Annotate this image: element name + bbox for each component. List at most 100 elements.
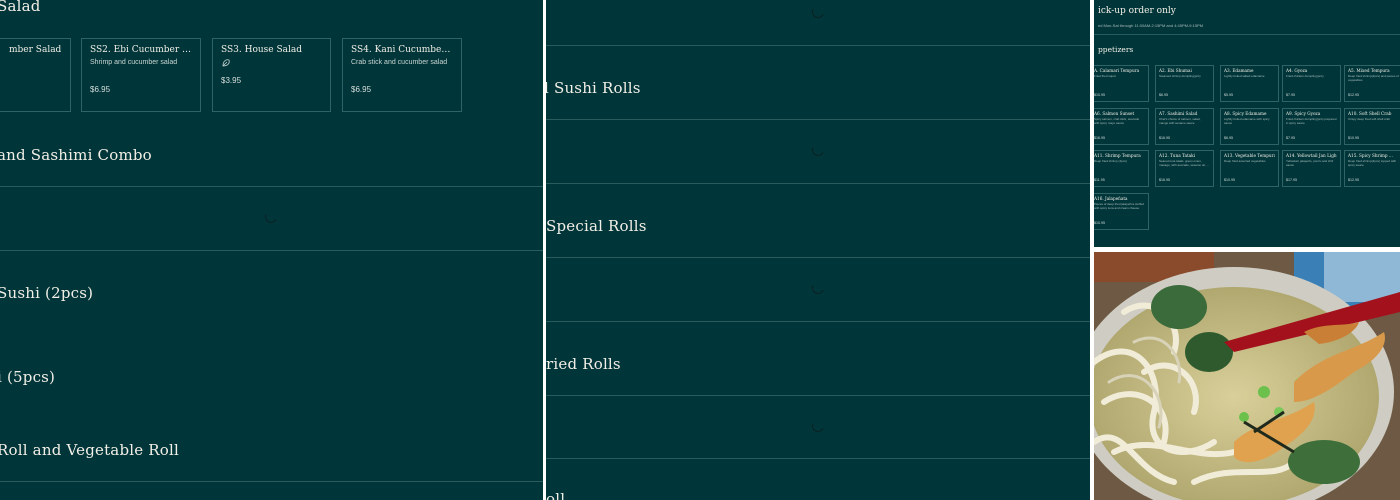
vegetarian-leaf-icon	[222, 59, 230, 67]
appetizer-item-description: Pieces of deep fried jalapeños stuffed w…	[1094, 203, 1144, 210]
section-divider	[546, 458, 1090, 459]
appetizer-item-name: A14. Yellowtail Jan Light	[1286, 153, 1337, 158]
appetizer-item-card[interactable]: A12. Tuna Tataki Seared tuna tataki, gree…	[1155, 150, 1214, 187]
appetizer-item-card[interactable]: A8. Spicy Edamame Lightly boiled edamame …	[1220, 108, 1279, 145]
menu-panel-left: Salad mber Salad SS2. Ebi Cucumber salad…	[0, 0, 543, 500]
appetizer-item-description: Deep fried shrimp (4pcs)	[1094, 160, 1127, 163]
appetizer-item-price: $16.95	[1094, 136, 1105, 140]
appetizer-item-card[interactable]: A3. Edamame Lightly boiled salted edamame…	[1220, 65, 1279, 102]
appetizer-item-description: Seared tuna tataki, green onion, masago,…	[1159, 160, 1210, 167]
section-heading-sashimi-5pcs[interactable]: i (5pcs)	[0, 368, 55, 386]
section-divider	[1094, 34, 1400, 35]
appetizer-item-name: A5. Mixed Tempura	[1348, 68, 1390, 73]
appetizer-item-name: A16. Jalapeñata	[1094, 196, 1128, 201]
appetizer-item-name: A4. Gyoza	[1286, 68, 1308, 73]
appetizer-item-card[interactable]: A. Calamari Tempura Fried fried squid $10.…	[1094, 65, 1149, 102]
menu-item-description: Crab stick and cucumber salad	[351, 59, 448, 66]
appetizer-item-price: $6.95	[1224, 136, 1233, 140]
appetizer-item-description: Steamed shrimp dumpling(pcs)	[1159, 75, 1201, 78]
appetizer-item-price: $16.95	[1159, 178, 1170, 182]
appetizer-item-price: $12.95	[1348, 93, 1359, 97]
appetizer-item-description: Fried chicken dumpling(pcs) prepared in …	[1286, 118, 1337, 125]
appetizer-item-price: $10.95	[1348, 136, 1359, 140]
section-heading-sushi-2pcs[interactable]: Sushi (2pcs)	[0, 284, 93, 302]
menu-item-name: SS2. Ebi Cucumber salad	[90, 45, 192, 55]
appetizer-item-price: $10.95	[1094, 221, 1105, 225]
menu-item-card[interactable]: SS4. Kani Cucumber ... Crab stick and cu…	[342, 38, 462, 112]
menu-item-card[interactable]: SS3. House Salad $3.95	[212, 38, 331, 112]
appetizer-item-card[interactable]: A11. Shrimp Tempura Deep fried shrimp (4p…	[1094, 150, 1149, 187]
appetizer-item-price: $11.95	[1094, 178, 1105, 182]
pickup-notice-title: ick-up order only	[1098, 6, 1176, 16]
appetizer-item-price: $17.95	[1286, 178, 1297, 182]
appetizer-item-description: Chef's choice of salmon, salad, mango wi…	[1159, 118, 1201, 125]
section-heading-sushi-rolls[interactable]: l Sushi Rolls	[546, 79, 641, 97]
appetizer-item-name: A3. Edamame	[1224, 68, 1254, 73]
section-divider	[0, 250, 543, 251]
appetizer-item-description: Deep fried shrimp(2pcs) and pieces of ve…	[1348, 75, 1399, 82]
menu-item-card[interactable]: mber Salad	[0, 38, 71, 112]
udon-photo	[1094, 252, 1400, 500]
section-divider	[546, 45, 1090, 46]
appetizer-item-price: $12.95	[1348, 178, 1359, 182]
appetizer-item-price: $6.95	[1159, 93, 1168, 97]
appetizer-item-card[interactable]: A9. Spicy Gyoza Fried chicken dumpling(pc…	[1282, 108, 1341, 145]
appetizer-item-card[interactable]: A7. Sashimi Salad Chef's choice of salmon…	[1155, 108, 1214, 145]
section-heading-fried-rolls[interactable]: ried Rolls	[546, 355, 621, 373]
loading-spinner-icon	[263, 209, 279, 225]
menu-item-name: SS4. Kani Cucumber ...	[351, 45, 453, 55]
section-heading-roll-vegetable[interactable]: Roll and Vegetable Roll	[0, 441, 179, 459]
appetizer-item-name: A11. Shrimp Tempura	[1094, 153, 1141, 158]
appetizer-item-card[interactable]: A6. Salmon Sunset Spicy salmon, crab stic…	[1094, 108, 1149, 145]
section-divider	[0, 481, 543, 482]
hours-notice: ed Mon-Sat through 11:00AM-2:15PM and 4:…	[1098, 23, 1204, 28]
section-divider	[546, 395, 1090, 396]
section-divider	[546, 183, 1090, 184]
menu-item-price: $3.95	[221, 76, 242, 85]
menu-panel-middle: l Sushi Rolls Special Rolls ried Rolls o…	[546, 0, 1090, 500]
appetizer-item-name: A13. Vegetable Tempura	[1224, 153, 1275, 158]
udon-bowl-image	[1094, 252, 1400, 500]
appetizer-item-price: $10.95	[1224, 178, 1235, 182]
appetizer-item-description: Fried fried squid	[1094, 75, 1116, 78]
screenshot-collage: Salad mber Salad SS2. Ebi Cucumber salad…	[0, 0, 1400, 500]
appetizer-item-price: $7.95	[1286, 136, 1295, 140]
appetizer-item-price: $16.95	[1159, 136, 1170, 140]
loading-spinner-icon	[810, 418, 826, 434]
appetizer-item-price: $10.95	[1094, 93, 1105, 97]
section-heading-combo[interactable]: and Sashimi Combo	[0, 146, 152, 164]
appetizer-item-description: Yellowtail, jalapeño, ponzu and chili sa…	[1286, 160, 1334, 167]
section-divider	[546, 321, 1090, 322]
appetizer-item-price: $5.95	[1224, 93, 1233, 97]
loading-spinner-icon	[810, 142, 826, 158]
appetizer-item-description: Lightly boiled salted edamame	[1224, 75, 1265, 78]
menu-item-price: $6.95	[90, 85, 111, 94]
section-divider	[546, 257, 1090, 258]
appetizer-item-name: A6. Salmon Sunset	[1094, 111, 1135, 116]
menu-item-name: mber Salad	[9, 45, 62, 55]
section-heading-special-rolls[interactable]: Special Rolls	[546, 217, 647, 235]
appetizer-item-name: A. Calamari Tempura	[1094, 68, 1140, 73]
appetizer-item-name: A7. Sashimi Salad	[1159, 111, 1198, 116]
menu-item-card[interactable]: SS2. Ebi Cucumber salad Shrimp and cucum…	[81, 38, 201, 112]
appetizer-item-card[interactable]: A10. Soft Shell Crab Crispy deep fried so…	[1344, 108, 1400, 145]
appetizer-item-description: Spicy salmon, crab stick, avocado with s…	[1094, 118, 1140, 125]
appetizer-item-card[interactable]: A2. Ebi Shumai Steamed shrimp dumpling(pc…	[1155, 65, 1214, 102]
appetizer-item-description: Deep fried shrimp(4pcs) topped with spic…	[1348, 160, 1397, 167]
appetizer-item-description: Deep fried assorted vegetables	[1224, 160, 1266, 163]
appetizer-item-description: Crispy deep fried soft shell crab	[1348, 118, 1391, 121]
appetizer-item-name: A2. Ebi Shumai	[1159, 68, 1192, 73]
appetizer-item-card[interactable]: A14. Yellowtail Jan Light Yellowtail, jal…	[1282, 150, 1341, 187]
appetizer-item-name: A15. Spicy Shrimp ...	[1348, 153, 1393, 158]
appetizer-item-description: Fried chicken dumpling(pcs)	[1286, 75, 1324, 78]
appetizer-item-card[interactable]: A15. Spicy Shrimp ... Deep fried shrimp(4…	[1344, 150, 1400, 187]
appetizer-item-card[interactable]: A4. Gyoza Fried chicken dumpling(pcs) $7.9…	[1282, 65, 1341, 102]
section-heading-roll[interactable]: oll	[546, 490, 565, 500]
appetizer-item-card[interactable]: A13. Vegetable Tempura Deep fried assorte…	[1220, 150, 1279, 187]
appetizer-item-price: $7.95	[1286, 93, 1295, 97]
appetizer-item-card[interactable]: A5. Mixed Tempura Deep fried shrimp(2pcs)…	[1344, 65, 1400, 102]
section-heading-appetizers[interactable]: ppetizers	[1098, 45, 1133, 54]
appetizer-item-card[interactable]: A16. Jalapeñata Pieces of deep fried jala…	[1094, 193, 1149, 230]
appetizer-item-name: A9. Spicy Gyoza	[1286, 111, 1321, 116]
section-divider	[0, 186, 543, 187]
